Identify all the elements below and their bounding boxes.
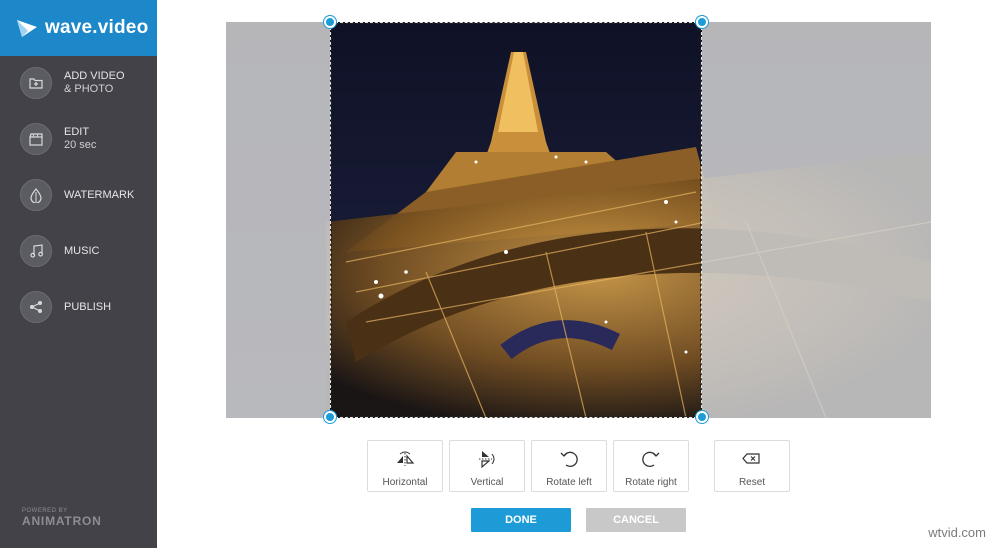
crop-handle-bottom-left[interactable]	[324, 411, 336, 423]
crop-overlay-left	[226, 22, 330, 418]
crop-handle-top-right[interactable]	[696, 16, 708, 28]
drop-icon	[20, 179, 52, 211]
share-icon	[20, 291, 52, 323]
brand-name: wave.video	[45, 17, 149, 38]
reset-button[interactable]: Reset	[714, 440, 790, 492]
flip-vertical-button[interactable]: Vertical	[449, 440, 525, 492]
rotate-left-button[interactable]: Rotate left	[531, 440, 607, 492]
flip-horizontal-button[interactable]: Horizontal	[367, 440, 443, 492]
rotate-left-icon	[560, 451, 578, 467]
tool-label: Horizontal	[382, 477, 428, 488]
flip-horizontal-icon	[397, 451, 415, 466]
music-note-icon	[20, 235, 52, 267]
sidebar-item-watermark[interactable]: WATERMARK	[0, 169, 157, 221]
crop-handle-top-left[interactable]	[324, 16, 336, 28]
tool-label: Rotate right	[625, 477, 677, 488]
sidebar-item-label: WATERMARK	[64, 188, 135, 201]
crop-handle-bottom-right[interactable]	[696, 411, 708, 423]
done-button[interactable]: DONE	[471, 508, 571, 532]
clapperboard-icon	[20, 123, 52, 155]
sidebar-item-sublabel: 20 sec	[64, 139, 97, 151]
folder-icon	[20, 67, 52, 99]
site-watermark: wtvid.com	[928, 525, 986, 540]
rotate-right-button[interactable]: Rotate right	[613, 440, 689, 492]
tool-label: Rotate left	[546, 477, 592, 488]
sidebar-item-label: ADD VIDEO	[64, 70, 125, 82]
tool-label: Vertical	[470, 477, 504, 488]
brand-header[interactable]: wave.video	[0, 0, 157, 56]
animatron-logo: ANIMATRON	[22, 514, 102, 528]
backspace-icon	[742, 453, 760, 464]
rotate-right-icon	[642, 451, 660, 467]
powered-by-logo: POWERED BY ANIMATRON	[22, 508, 102, 528]
cancel-button[interactable]: CANCEL	[586, 508, 686, 532]
wave-logo-icon	[17, 20, 37, 37]
sidebar-item-publish[interactable]: PUBLISH	[0, 281, 157, 333]
sidebar-item-music[interactable]: MUSIC	[0, 225, 157, 277]
sidebar: wave.video ADD VIDEO & PHOTO EDIT 20 sec…	[0, 0, 157, 548]
sidebar-item-label: MUSIC	[64, 244, 100, 257]
sidebar-item-edit[interactable]: EDIT 20 sec	[0, 113, 157, 165]
sidebar-item-label: PUBLISH	[64, 300, 112, 313]
crop-overlay-right	[702, 22, 931, 418]
sidebar-item-label: EDIT	[64, 126, 90, 138]
tool-label: Reset	[738, 477, 766, 488]
crop-frame[interactable]	[330, 22, 702, 418]
sidebar-item-add-video[interactable]: ADD VIDEO & PHOTO	[0, 57, 157, 109]
flip-vertical-icon	[479, 451, 495, 469]
sidebar-item-sublabel: & PHOTO	[64, 83, 114, 95]
